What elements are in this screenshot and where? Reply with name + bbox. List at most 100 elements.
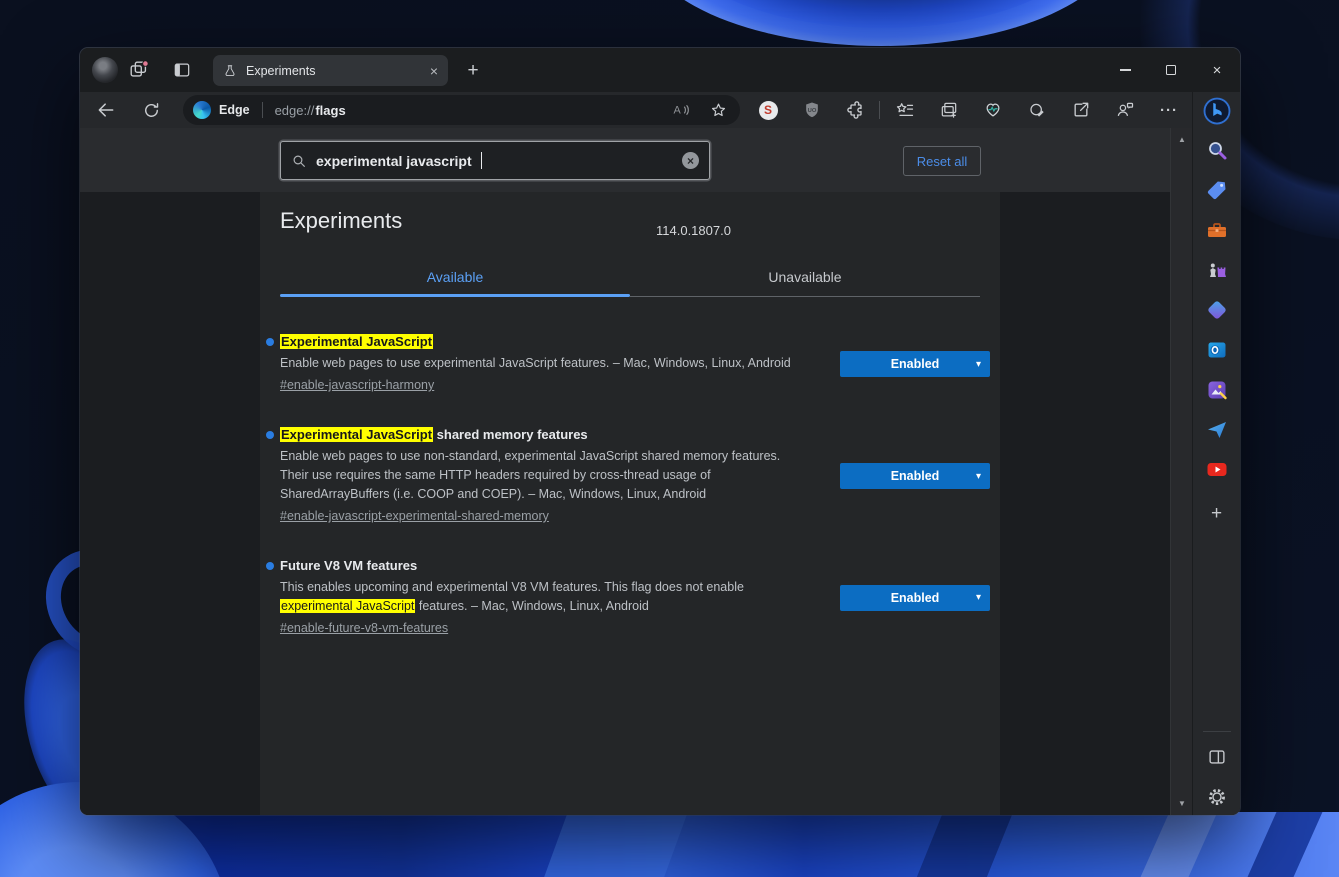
shopping-icon[interactable] bbox=[1204, 177, 1230, 203]
flag-row-future-v8: Future V8 VM features This enables upcom… bbox=[260, 558, 1000, 637]
flag-permalink[interactable]: #enable-javascript-experimental-shared-m… bbox=[280, 507, 549, 525]
share-icon[interactable] bbox=[1070, 99, 1092, 121]
flag-title: Experimental JavaScript bbox=[280, 334, 840, 350]
collections-icon[interactable] bbox=[938, 99, 960, 121]
flags-page-header: experimental javascript × Reset all bbox=[80, 128, 1170, 192]
flags-search-input[interactable]: experimental javascript × bbox=[280, 141, 710, 180]
minimize-button[interactable] bbox=[1102, 48, 1148, 92]
chevron-down-icon: ▾ bbox=[976, 592, 981, 603]
refresh-button[interactable] bbox=[140, 99, 162, 121]
tab-title: Experiments bbox=[246, 64, 421, 78]
chevron-down-icon: ▾ bbox=[976, 471, 981, 482]
settings-gear-icon[interactable] bbox=[1204, 784, 1230, 810]
new-tab-button[interactable]: + bbox=[460, 58, 486, 84]
add-to-sidebar-icon[interactable]: + bbox=[1204, 501, 1230, 527]
browser-tab-experiments[interactable]: Experiments × bbox=[213, 55, 448, 86]
flag-title: Future V8 VM features bbox=[280, 558, 840, 574]
back-button[interactable] bbox=[95, 99, 117, 121]
browser-essentials-icon[interactable] bbox=[982, 99, 1004, 121]
extension-scriptsafe-icon[interactable]: S bbox=[757, 99, 779, 121]
flag-value-select[interactable]: Enabled ▾ bbox=[840, 351, 990, 377]
flags-page-body: Experiments 114.0.1807.0 Available Unava… bbox=[80, 192, 1170, 815]
games-icon[interactable] bbox=[1204, 257, 1230, 283]
flask-icon bbox=[223, 64, 237, 78]
svg-text:UO: UO bbox=[808, 108, 817, 114]
chevron-down-icon: ▾ bbox=[976, 359, 981, 370]
select-value: Enabled bbox=[891, 357, 940, 371]
flag-row-experimental-javascript: Experimental JavaScript Enable web pages… bbox=[260, 334, 1000, 394]
address-divider bbox=[262, 102, 263, 118]
settings-and-more-icon[interactable]: ··· bbox=[1158, 99, 1180, 121]
select-value: Enabled bbox=[891, 469, 940, 483]
drop-icon[interactable] bbox=[1204, 417, 1230, 443]
browser-version: 114.0.1807.0 bbox=[656, 223, 731, 238]
edge-browser-window: Experiments × + × bbox=[80, 48, 1240, 815]
window-controls: × bbox=[1102, 48, 1240, 92]
flag-bullet bbox=[266, 338, 274, 346]
flag-value-select[interactable]: Enabled ▾ bbox=[840, 463, 990, 489]
search-value: experimental javascript bbox=[316, 153, 472, 169]
maximize-icon bbox=[1166, 65, 1176, 75]
microsoft-365-icon[interactable] bbox=[1204, 297, 1230, 323]
clear-search-icon[interactable]: × bbox=[682, 152, 699, 169]
flag-bullet bbox=[266, 562, 274, 570]
tab-available[interactable]: Available bbox=[280, 262, 630, 292]
page-scrollbar[interactable]: ▲ ▼ bbox=[1170, 128, 1192, 815]
wallpaper-wedge bbox=[544, 812, 688, 877]
url-scheme: edge:// bbox=[275, 103, 315, 118]
flag-permalink[interactable]: #enable-javascript-harmony bbox=[280, 376, 434, 394]
extension-shield-icon[interactable]: UO bbox=[801, 99, 823, 121]
page-title: Experiments bbox=[280, 208, 402, 234]
flags-content-panel: Experiments 114.0.1807.0 Available Unava… bbox=[260, 192, 1000, 815]
tab-actions-icon[interactable] bbox=[172, 60, 192, 80]
scroll-down-icon[interactable]: ▼ bbox=[1171, 799, 1193, 808]
svg-text:A: A bbox=[674, 104, 682, 116]
feedback-icon[interactable] bbox=[1114, 99, 1136, 121]
close-button[interactable]: × bbox=[1194, 48, 1240, 92]
youtube-icon[interactable] bbox=[1204, 456, 1230, 482]
address-bar[interactable]: Edge edge:// flags A bbox=[183, 95, 740, 125]
reset-all-button[interactable]: Reset all bbox=[903, 146, 981, 176]
toolbox-icon[interactable] bbox=[1204, 217, 1230, 243]
scroll-up-icon[interactable]: ▲ bbox=[1171, 135, 1193, 144]
workspaces-icon[interactable] bbox=[128, 59, 150, 81]
flag-row-shared-memory: Experimental JavaScript shared memory fe… bbox=[260, 427, 1000, 525]
edge-logo-icon bbox=[193, 101, 211, 119]
desktop: Experiments × + × bbox=[0, 0, 1339, 877]
flag-description: This enables upcoming and experimental V… bbox=[280, 578, 840, 616]
flag-title: Experimental JavaScript shared memory fe… bbox=[280, 427, 840, 443]
text-caret bbox=[481, 152, 483, 169]
navigation-toolbar: Edge edge:// flags A bbox=[80, 92, 1192, 128]
tab-strip: Experiments × + × bbox=[80, 48, 1240, 92]
toolbar-separator bbox=[879, 101, 880, 119]
edge-sidebar: + bbox=[1192, 92, 1240, 815]
flag-bullet bbox=[266, 431, 274, 439]
extensions-puzzle-icon[interactable] bbox=[845, 99, 867, 121]
flag-description: Enable web pages to use non-standard, ex… bbox=[280, 447, 840, 504]
minimize-icon bbox=[1120, 69, 1131, 70]
extension-badge: S bbox=[759, 101, 778, 120]
outlook-icon[interactable] bbox=[1204, 337, 1230, 363]
flag-value-select[interactable]: Enabled ▾ bbox=[840, 585, 990, 611]
site-badge-label: Edge bbox=[219, 103, 250, 117]
flags-tabs: Available Unavailable bbox=[280, 262, 980, 292]
favorites-icon[interactable] bbox=[894, 99, 916, 121]
image-creator-icon[interactable] bbox=[1204, 377, 1230, 403]
url-path: flags bbox=[315, 103, 345, 118]
tab-unavailable[interactable]: Unavailable bbox=[630, 262, 980, 292]
flags-list: Experimental JavaScript Enable web pages… bbox=[260, 334, 1000, 670]
sidebar-divider bbox=[1203, 731, 1231, 732]
sidebar-search-icon[interactable] bbox=[1204, 137, 1230, 163]
favorite-star-icon[interactable] bbox=[709, 101, 728, 120]
flag-permalink[interactable]: #enable-future-v8-vm-features bbox=[280, 619, 448, 637]
web-capture-icon[interactable] bbox=[1026, 99, 1048, 121]
profile-avatar[interactable] bbox=[92, 57, 118, 83]
maximize-button[interactable] bbox=[1148, 48, 1194, 92]
customize-sidebar-icon[interactable] bbox=[1204, 744, 1230, 770]
tab-divider bbox=[630, 296, 980, 297]
bing-chat-icon[interactable] bbox=[1201, 95, 1233, 127]
read-aloud-icon[interactable]: A bbox=[671, 100, 691, 120]
tab-close-icon[interactable]: × bbox=[430, 64, 438, 78]
active-tab-indicator bbox=[280, 294, 630, 297]
select-value: Enabled bbox=[891, 591, 940, 605]
